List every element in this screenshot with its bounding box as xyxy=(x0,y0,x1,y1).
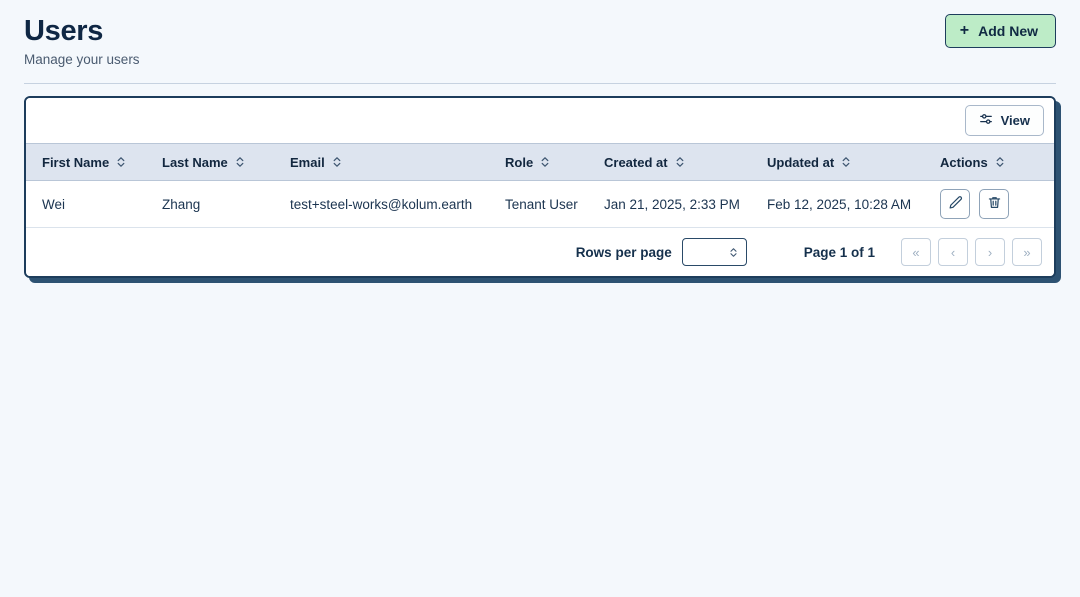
cell-first-name: Wei xyxy=(42,196,66,212)
column-header-first-name[interactable]: First Name xyxy=(26,144,162,181)
table-footer: Rows per page Page 1 of 1 « ‹ › » xyxy=(26,228,1054,276)
cell-created-at: Jan 21, 2025, 2:33 PM xyxy=(604,196,740,212)
sort-chevrons-icon xyxy=(332,155,342,169)
sort-chevrons-icon xyxy=(235,155,245,169)
row-action-group xyxy=(940,189,1052,219)
column-header-label: Created at xyxy=(604,154,668,170)
pagination-controls: « ‹ › » xyxy=(901,238,1042,266)
previous-page-button[interactable]: ‹ xyxy=(938,238,968,266)
table-body: Wei Zhang test+steel-works@kolum.earth T… xyxy=(26,181,1054,228)
column-header-email[interactable]: Email xyxy=(290,144,505,181)
edit-row-button[interactable] xyxy=(940,189,970,219)
cell-email: test+steel-works@kolum.earth xyxy=(290,196,473,212)
column-header-created-at[interactable]: Created at xyxy=(604,144,767,181)
sort-chevrons-icon xyxy=(116,155,126,169)
column-header-role[interactable]: Role xyxy=(505,144,604,181)
sliders-icon xyxy=(979,112,993,129)
rows-per-page-label: Rows per page xyxy=(575,244,672,260)
cell-actions xyxy=(940,181,1054,228)
card-wrapper: View First Name Last Name Email Role Cre… xyxy=(0,84,1080,278)
column-header-label: Email xyxy=(290,154,325,170)
add-new-button[interactable]: + Add New xyxy=(944,14,1056,48)
table-row: Wei Zhang test+steel-works@kolum.earth T… xyxy=(26,181,1054,228)
last-page-button[interactable]: » xyxy=(1012,238,1042,266)
table-toolbar: View xyxy=(26,98,1054,143)
add-new-label: Add New xyxy=(978,23,1038,39)
column-header-actions[interactable]: Actions xyxy=(940,144,1054,181)
page-indicator: Page 1 of 1 xyxy=(803,244,875,260)
view-options-button[interactable]: View xyxy=(964,105,1044,136)
column-header-label: Last Name xyxy=(162,154,228,170)
column-header-updated-at[interactable]: Updated at xyxy=(767,144,940,181)
sort-chevrons-icon xyxy=(675,155,685,169)
sort-chevrons-icon xyxy=(995,155,1005,169)
pencil-icon xyxy=(948,195,963,213)
column-header-last-name[interactable]: Last Name xyxy=(162,144,290,181)
page-subtitle: Manage your users xyxy=(24,52,140,67)
page-header: Users Manage your users + Add New xyxy=(0,0,1080,69)
table-header-row: First Name Last Name Email Role Created … xyxy=(26,143,1054,181)
users-card: View First Name Last Name Email Role Cre… xyxy=(24,96,1056,278)
users-table: First Name Last Name Email Role Created … xyxy=(26,143,1054,228)
table-head: First Name Last Name Email Role Created … xyxy=(26,143,1054,181)
cell-last-name: Zhang xyxy=(162,196,201,212)
cell-role: Tenant User xyxy=(505,196,578,212)
title-block: Users Manage your users xyxy=(24,10,140,69)
column-header-label: Actions xyxy=(940,154,988,170)
column-header-label: Updated at xyxy=(767,154,835,170)
first-page-button[interactable]: « xyxy=(901,238,931,266)
column-header-label: First Name xyxy=(42,154,110,170)
view-label: View xyxy=(1000,113,1030,128)
users-page: Users Manage your users + Add New View F… xyxy=(0,0,1080,597)
next-page-button[interactable]: › xyxy=(975,238,1005,266)
plus-icon: + xyxy=(959,22,970,39)
sort-chevrons-icon xyxy=(540,155,550,169)
sort-chevrons-icon xyxy=(841,155,851,169)
cell-updated-at: Feb 12, 2025, 10:28 AM xyxy=(767,196,912,212)
page-title: Users xyxy=(24,15,104,47)
rows-per-page-select[interactable] xyxy=(681,238,747,266)
chevron-updown-icon xyxy=(729,246,738,259)
column-header-label: Role xyxy=(505,154,534,170)
delete-row-button[interactable] xyxy=(979,189,1009,219)
trash-icon xyxy=(987,195,1002,213)
